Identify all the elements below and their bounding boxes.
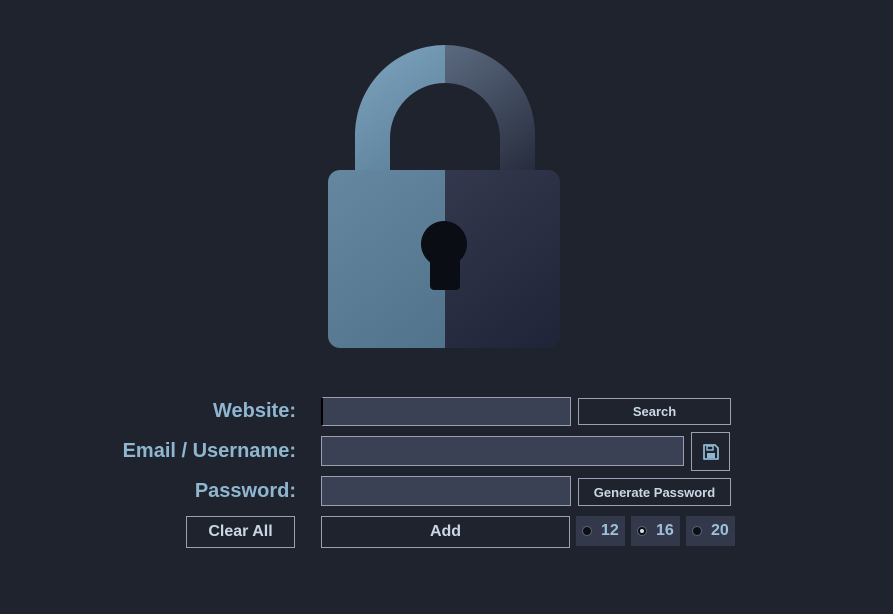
email-input[interactable] [321, 436, 684, 466]
search-button[interactable]: Search [578, 398, 731, 425]
website-label: Website: [213, 400, 296, 422]
radio-indicator [582, 526, 592, 536]
save-email-button[interactable] [691, 432, 730, 471]
add-button[interactable]: Add [321, 516, 570, 548]
clear-all-button[interactable]: Clear All [186, 516, 295, 548]
length-radio-label: 16 [656, 522, 674, 539]
website-input[interactable] [321, 397, 571, 426]
padlock-logo-icon [328, 45, 560, 348]
password-label: Password: [194, 480, 296, 502]
password-input[interactable] [321, 476, 571, 506]
length-radio-20[interactable]: 20 [686, 516, 735, 546]
length-radio-16[interactable]: 16 [631, 516, 680, 546]
length-radio-label: 12 [601, 522, 619, 539]
floppy-disk-icon [702, 443, 719, 460]
length-radio-label: 20 [711, 522, 729, 539]
radio-indicator [692, 526, 702, 536]
email-label: Email / Username: [122, 440, 296, 462]
radio-indicator-selected [637, 526, 647, 536]
length-radio-12[interactable]: 12 [576, 516, 625, 546]
generate-password-button[interactable]: Generate Password [578, 478, 731, 506]
